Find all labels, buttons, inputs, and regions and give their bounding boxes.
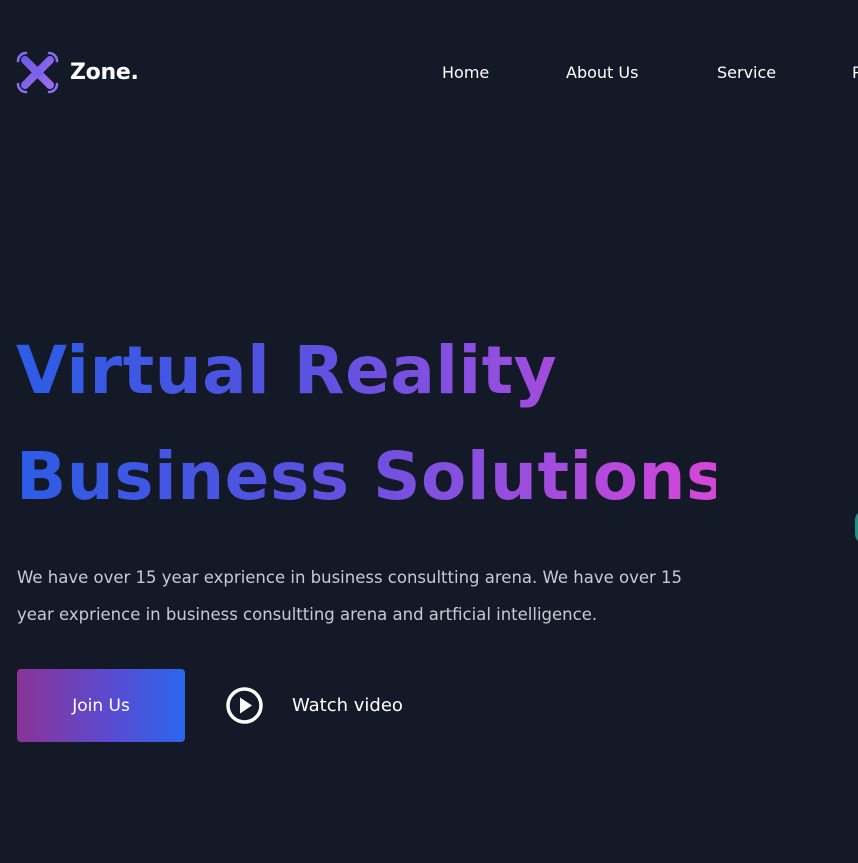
hero-title-line-1: Virtual Reality <box>16 332 558 409</box>
play-circle-icon <box>226 687 263 724</box>
landing-page: Zone. Home About Us Service P Virtual Re… <box>0 0 858 863</box>
nav-item-partial[interactable]: P <box>852 63 858 82</box>
nav-item-home[interactable]: Home <box>442 63 489 82</box>
hero-description: We have over 15 year exprience in busine… <box>17 568 683 624</box>
nav-item-about-us[interactable]: About Us <box>566 63 638 82</box>
watch-video-button[interactable]: Watch video <box>225 686 403 725</box>
nav-item-service[interactable]: Service <box>717 63 776 82</box>
watch-video-label: Watch video <box>292 695 403 716</box>
main-nav: Home About Us Service P <box>0 63 858 87</box>
join-us-button[interactable]: Join Us <box>17 669 185 742</box>
hero-title-line-2: Business Solutions <box>16 438 726 515</box>
hero-title: Virtual Reality Business Solutions <box>16 318 716 530</box>
